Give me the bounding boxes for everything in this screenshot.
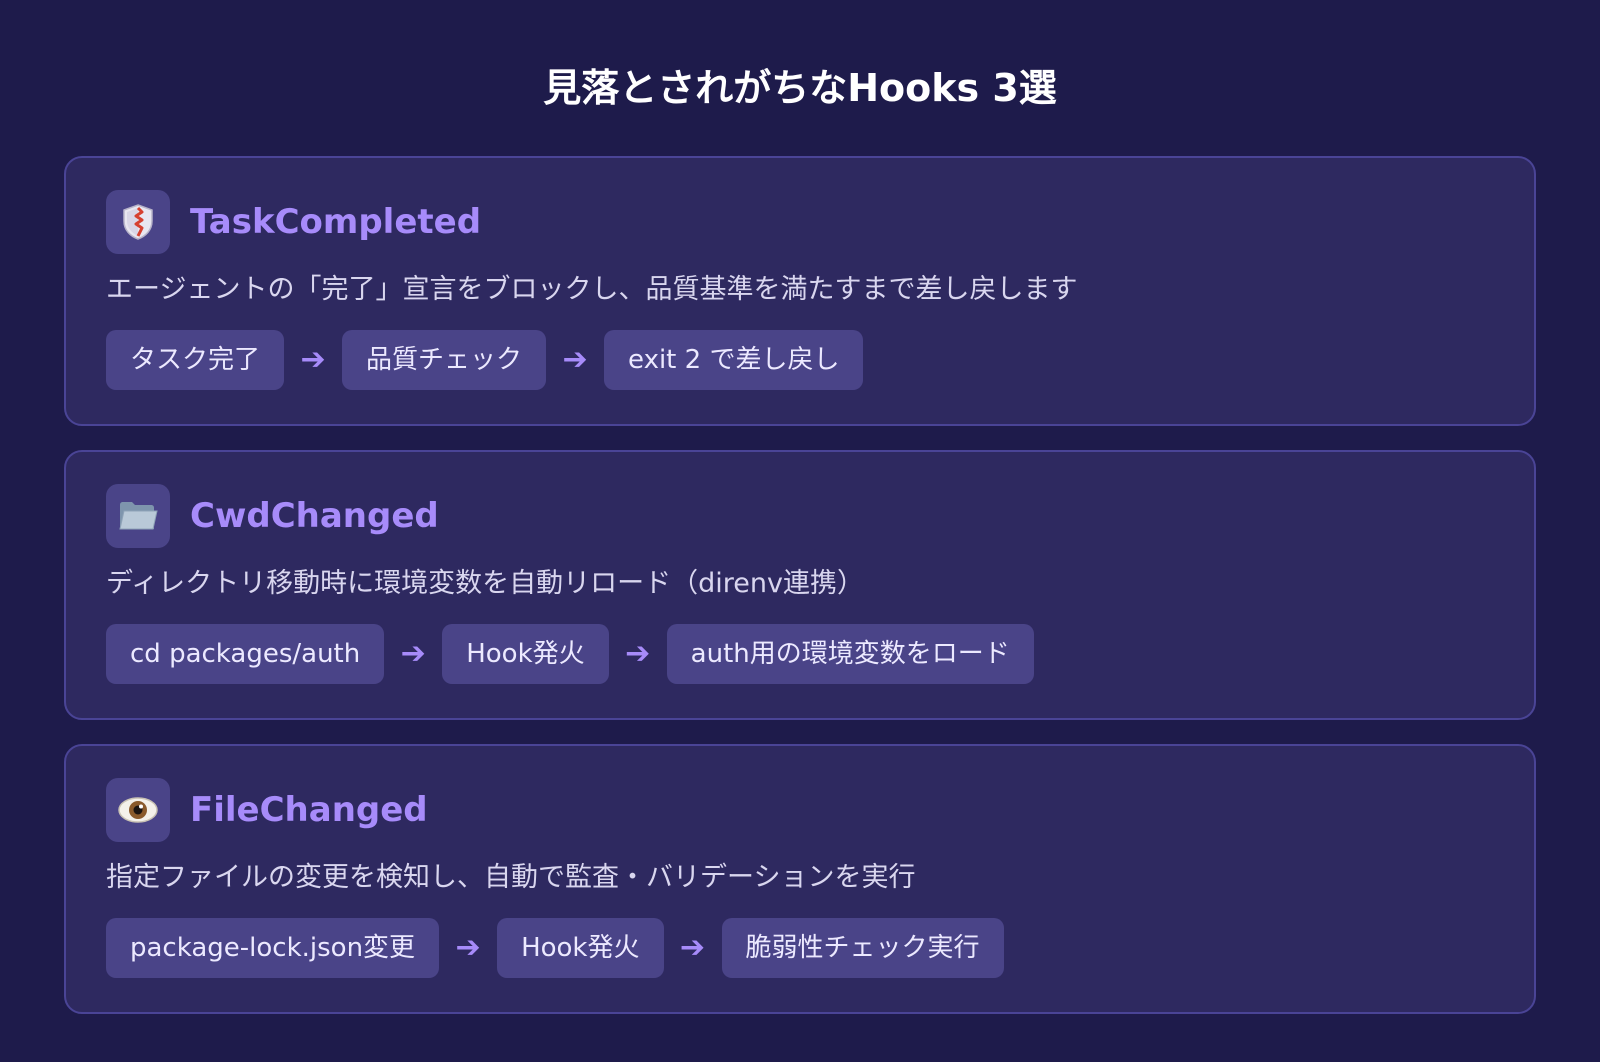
card-title: TaskCompleted bbox=[190, 202, 482, 242]
hook-card-cwd-changed: CwdChanged ディレクトリ移動時に環境変数を自動リロード（direnv連… bbox=[64, 450, 1536, 720]
flow-step: 品質チェック bbox=[342, 330, 547, 390]
flow-step: package-lock.json変更 bbox=[106, 918, 440, 978]
flow-step: exit 2 で差し戻し bbox=[604, 330, 864, 390]
arrow-right-icon: ➔ bbox=[562, 342, 588, 377]
flow-step: Hook発火 bbox=[442, 624, 609, 684]
flow-step: cd packages/auth bbox=[106, 624, 385, 684]
arrow-right-icon: ➔ bbox=[679, 930, 706, 965]
card-description: ディレクトリ移動時に環境変数を自動リロード（direnv連携） bbox=[106, 568, 864, 599]
flow-step: タスク完了 bbox=[106, 330, 285, 390]
card-header: FileChanged bbox=[106, 778, 1494, 842]
card-title: CwdChanged bbox=[190, 496, 439, 536]
hook-card-task-completed: TaskCompleted エージェントの「完了」宣言をブロックし、品質基準を満… bbox=[64, 156, 1536, 426]
arrow-right-icon: ➔ bbox=[400, 636, 426, 671]
arrow-right-icon: ➔ bbox=[455, 930, 481, 965]
flow-step: auth用の環境変数をロード bbox=[666, 624, 1034, 684]
flow-steps: タスク完了 ➔ 品質チェック ➔ exit 2 で差し戻し bbox=[106, 330, 1494, 390]
folder-icon bbox=[106, 484, 170, 548]
card-description: エージェントの「完了」宣言をブロックし、品質基準を満たすまで差し戻します bbox=[106, 274, 1078, 305]
card-header: TaskCompleted bbox=[106, 190, 1494, 254]
hook-card-file-changed: FileChanged 指定ファイルの変更を検知し、自動で監査・バリデーションを… bbox=[64, 744, 1536, 1014]
flow-steps: package-lock.json変更 ➔ Hook発火 ➔ 脆弱性チェック実行 bbox=[106, 918, 1494, 978]
card-header: CwdChanged bbox=[106, 484, 1494, 548]
card-title: FileChanged bbox=[190, 790, 428, 830]
flow-step: Hook発火 bbox=[497, 918, 664, 978]
eye-icon bbox=[106, 778, 170, 842]
card-description: 指定ファイルの変更を検知し、自動で監査・バリデーションを実行 bbox=[106, 862, 916, 893]
flow-step: 脆弱性チェック実行 bbox=[721, 918, 1004, 978]
arrow-right-icon: ➔ bbox=[625, 636, 651, 671]
shield-icon bbox=[106, 190, 170, 254]
hook-card-list: TaskCompleted エージェントの「完了」宣言をブロックし、品質基準を満… bbox=[64, 156, 1536, 1038]
page-title: 見落とされがちなHooks 3選 bbox=[543, 66, 1057, 110]
arrow-right-icon: ➔ bbox=[300, 342, 326, 377]
flow-steps: cd packages/auth ➔ Hook発火 ➔ auth用の環境変数をロ… bbox=[106, 624, 1494, 684]
